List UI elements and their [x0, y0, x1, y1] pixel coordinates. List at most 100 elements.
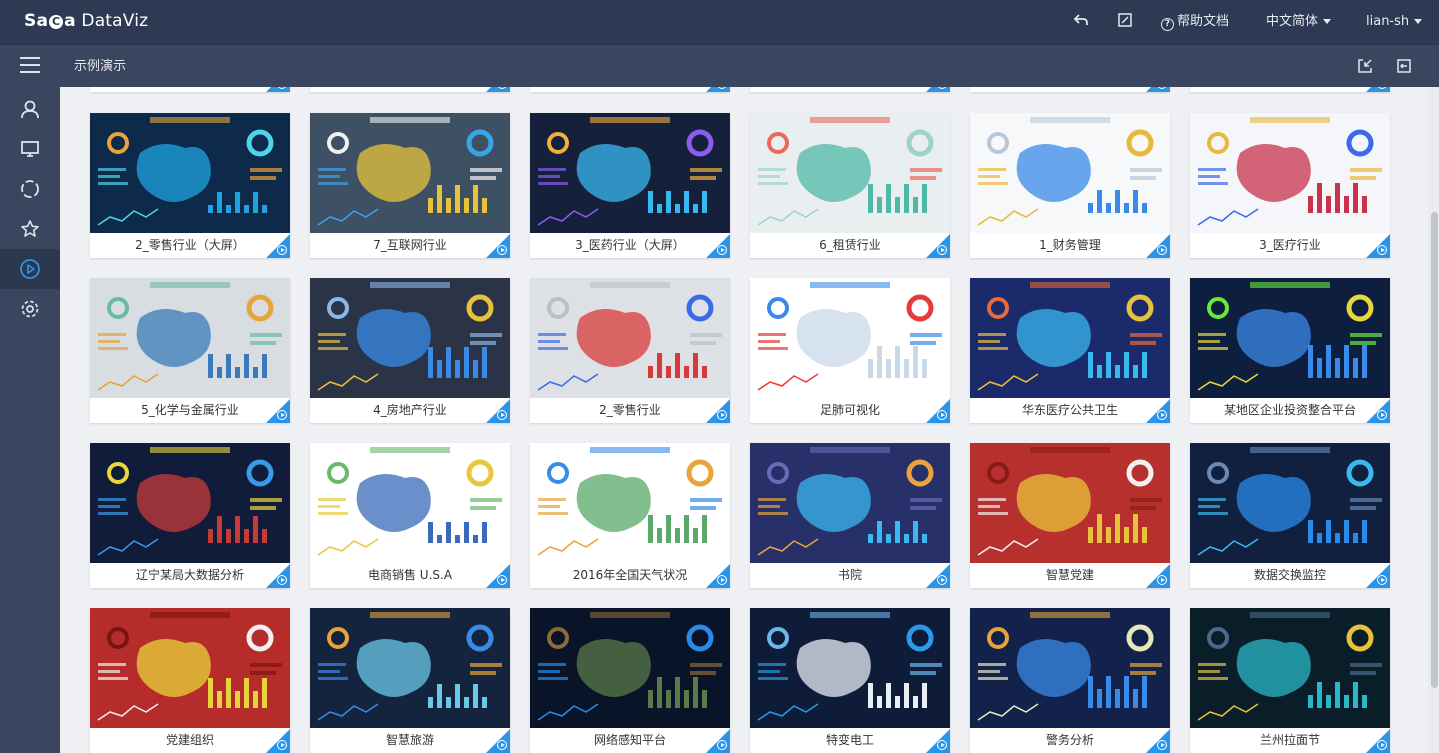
example-card[interactable]: 3_医药行业（大屏） [530, 113, 730, 258]
example-thumbnail[interactable] [530, 608, 730, 728]
example-thumbnail[interactable] [1190, 113, 1390, 233]
app-logo[interactable]: Sa Ca DataViz [24, 11, 148, 31]
example-thumbnail[interactable] [90, 608, 290, 728]
example-thumbnail[interactable] [530, 113, 730, 233]
example-card[interactable]: 2016年全国天气状况 [530, 443, 730, 588]
example-card[interactable]: 辽宁某局大数据分析 [90, 443, 290, 588]
scrollbar-thumb[interactable] [1431, 212, 1438, 688]
example-card[interactable]: 兰州拉面节 [1190, 608, 1390, 753]
example-card[interactable]: 6_租赁行业 [750, 113, 950, 258]
play-icon[interactable] [277, 740, 287, 750]
example-thumbnail[interactable] [1190, 443, 1390, 563]
example-thumbnail[interactable] [970, 113, 1170, 233]
example-thumbnail[interactable] [1190, 608, 1390, 728]
example-thumbnail[interactable] [310, 113, 510, 233]
play-icon[interactable] [497, 245, 507, 255]
example-thumbnail[interactable] [970, 443, 1170, 563]
example-thumbnail[interactable] [310, 608, 510, 728]
example-card[interactable]: 7_互联网行业 [310, 113, 510, 258]
play-icon[interactable] [1157, 410, 1167, 420]
example-title: 足肺可视化 [819, 403, 880, 417]
play-icon[interactable] [717, 245, 727, 255]
example-card[interactable]: 华东医疗公共卫生 [970, 278, 1170, 423]
example-card[interactable]: 1_财务管理 [970, 113, 1170, 258]
play-icon[interactable] [1377, 575, 1387, 585]
play-icon[interactable] [1157, 575, 1167, 585]
play-icon[interactable] [277, 575, 287, 585]
example-card[interactable]: 警务分析 [970, 608, 1170, 753]
example-card[interactable]: 数据交换监控 [1190, 443, 1390, 588]
example-thumbnail[interactable] [750, 608, 950, 728]
logout-icon[interactable] [1395, 57, 1413, 75]
example-card[interactable]: 党建组织 [90, 608, 290, 753]
example-card-partial[interactable] [310, 87, 510, 92]
example-title: 华东医疗公共卫生 [1021, 403, 1118, 417]
play-icon[interactable] [1377, 245, 1387, 255]
play-icon[interactable] [937, 740, 947, 750]
play-icon[interactable] [937, 410, 947, 420]
play-icon[interactable] [1157, 740, 1167, 750]
example-card[interactable]: 2_零售行业 [530, 278, 730, 423]
example-card-partial[interactable] [530, 87, 730, 92]
example-thumbnail[interactable] [310, 278, 510, 398]
undo-icon[interactable] [1071, 12, 1091, 32]
example-card[interactable]: 特变电工 [750, 608, 950, 753]
sidebar-item-datasource[interactable] [0, 169, 60, 209]
sidebar-item-examples[interactable] [0, 249, 60, 289]
example-card[interactable]: 2_零售行业（大屏） [90, 113, 290, 258]
example-thumbnail[interactable] [90, 278, 290, 398]
play-icon[interactable] [717, 410, 727, 420]
example-card-partial[interactable] [750, 87, 950, 92]
example-thumbnail[interactable] [970, 278, 1170, 398]
example-card[interactable]: 书院 [750, 443, 950, 588]
example-title: 数据交换监控 [1253, 568, 1326, 582]
example-thumbnail[interactable] [750, 443, 950, 563]
example-card-partial[interactable] [90, 87, 290, 92]
example-thumbnail[interactable] [750, 113, 950, 233]
sidebar-item-user[interactable] [0, 89, 60, 129]
example-card[interactable]: 足肺可视化 [750, 278, 950, 423]
menu-toggle-icon[interactable] [20, 57, 40, 75]
import-icon[interactable] [1356, 57, 1374, 75]
example-thumbnail[interactable] [530, 443, 730, 563]
example-card[interactable]: 智慧党建 [970, 443, 1170, 588]
example-card[interactable]: 3_医疗行业 [1190, 113, 1390, 258]
example-thumbnail[interactable] [310, 443, 510, 563]
user-menu[interactable]: lian-sh [1366, 0, 1423, 44]
example-thumbnail[interactable] [530, 278, 730, 398]
example-card[interactable]: 5_化学与金属行业 [90, 278, 290, 423]
play-icon[interactable] [717, 740, 727, 750]
sidebar-item-favorites[interactable] [0, 209, 60, 249]
sidebar-item-settings[interactable] [0, 289, 60, 329]
play-icon[interactable] [1377, 410, 1387, 420]
example-thumbnail[interactable] [90, 443, 290, 563]
play-icon[interactable] [717, 575, 727, 585]
play-icon[interactable] [497, 410, 507, 420]
example-card[interactable]: 4_房地产行业 [310, 278, 510, 423]
play-icon[interactable] [1157, 245, 1167, 255]
example-card[interactable]: 某地区企业投资整合平台 [1190, 278, 1390, 423]
play-icon[interactable] [937, 575, 947, 585]
example-thumbnail[interactable] [90, 113, 290, 233]
example-card-partial[interactable] [1190, 87, 1390, 92]
example-card[interactable]: 网络感知平台 [530, 608, 730, 753]
example-card[interactable]: 电商销售 U.S.A [310, 443, 510, 588]
example-card[interactable]: 智慧旅游 [310, 608, 510, 753]
sidebar-item-screens[interactable] [0, 129, 60, 169]
example-card-partial[interactable] [970, 87, 1170, 92]
play-icon[interactable] [937, 245, 947, 255]
example-title: 2_零售行业（大屏） [135, 238, 245, 252]
play-icon[interactable] [497, 575, 507, 585]
play-icon[interactable] [277, 410, 287, 420]
play-icon[interactable] [1377, 740, 1387, 750]
edit-icon[interactable] [1115, 12, 1135, 32]
play-icon[interactable] [277, 245, 287, 255]
help-docs-link[interactable]: ? 帮助文档 [1161, 0, 1229, 44]
example-thumbnail[interactable] [750, 278, 950, 398]
language-dropdown[interactable]: 中文简体 [1266, 0, 1332, 44]
example-title: 电商销售 U.S.A [367, 568, 453, 582]
sub-toolbar: 示例演示 [0, 44, 1439, 87]
example-thumbnail[interactable] [1190, 278, 1390, 398]
example-thumbnail[interactable] [970, 608, 1170, 728]
play-icon[interactable] [497, 740, 507, 750]
